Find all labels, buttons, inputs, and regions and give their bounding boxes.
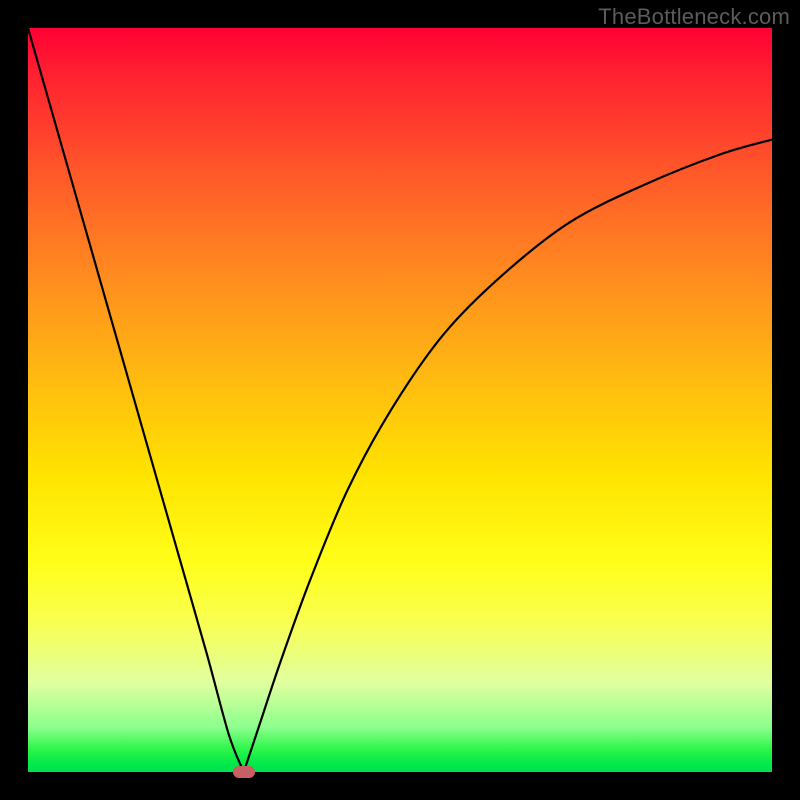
curve-left [28, 28, 244, 772]
curve-layer [28, 28, 772, 772]
chart-frame: TheBottleneck.com [0, 0, 800, 800]
minimum-marker [233, 766, 255, 778]
watermark-text: TheBottleneck.com [598, 4, 790, 30]
curve-right [244, 140, 772, 772]
plot-area [28, 28, 772, 772]
